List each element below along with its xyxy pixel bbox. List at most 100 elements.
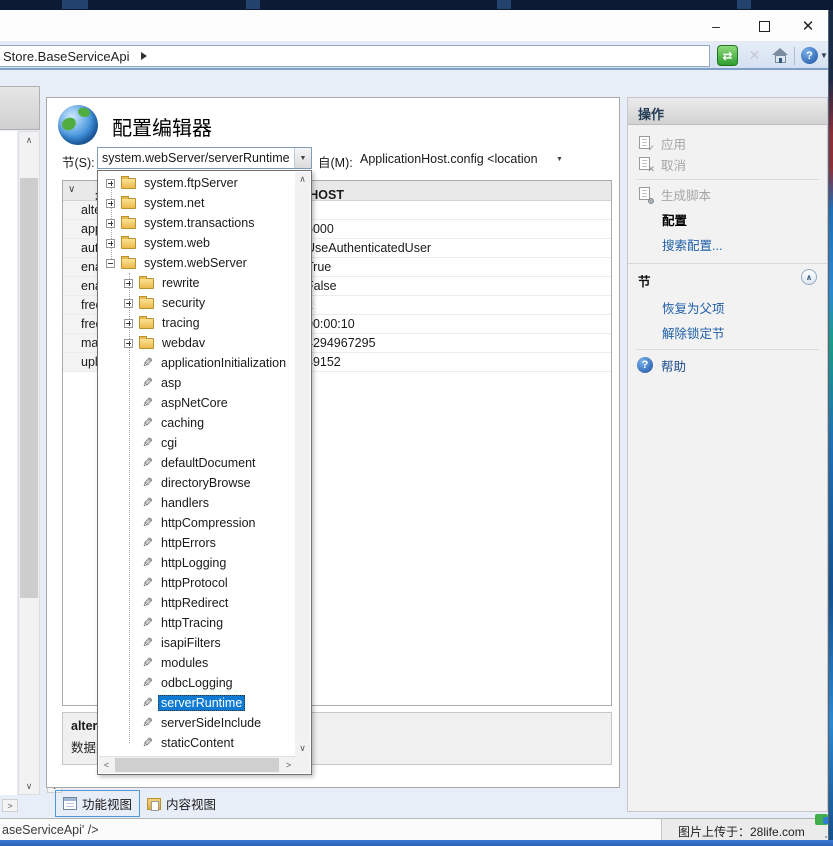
action-cancel: ✕取消 [628,154,827,175]
expand-icon[interactable] [124,279,133,288]
tree-item-httpRedirect[interactable]: ✎httpRedirect [99,593,295,613]
action-link[interactable]: 恢复为父项 [628,295,827,320]
property-value-cell[interactable]: False [301,277,611,295]
tree-item-handlers[interactable]: ✎handlers [99,493,295,513]
tree-item-defaultDocument[interactable]: ✎defaultDocument [99,453,295,473]
expand-icon[interactable] [124,319,133,328]
tree-item-label: httpProtocol [158,575,231,591]
tree-item-isapiFilters[interactable]: ✎isapiFilters [99,633,295,653]
expand-icon[interactable] [124,339,133,348]
scroll-down-icon[interactable]: ∨ [295,741,310,756]
tree-item-system.net[interactable]: system.net [99,193,295,213]
tree-vertical-scrollbar[interactable]: ∧ ∨ [295,172,310,756]
help-dropdown-caret-icon[interactable]: ▼ [820,51,828,60]
tree-item-modules[interactable]: ✎modules [99,653,295,673]
tab-features-view[interactable]: 功能视图 [55,790,140,817]
minimize-button[interactable]: – [699,13,733,39]
tree-item-security[interactable]: security [99,293,295,313]
combobox-dropdown-icon[interactable]: ▼ [294,148,311,168]
scrollbar-thumb[interactable] [115,758,279,772]
actions-separator [636,179,819,180]
bottom-window-edge [0,840,833,846]
tree-item-label: httpErrors [158,535,219,551]
breadcrumb-arrow-icon[interactable] [141,52,147,60]
close-button[interactable]: ✕ [791,13,825,39]
tree-item-odbcLogging[interactable]: ✎odbcLogging [99,673,295,693]
tree-item-rewrite[interactable]: rewrite [99,273,295,293]
tree-item-httpErrors[interactable]: ✎httpErrors [99,533,295,553]
help-icon: ? [637,357,653,373]
tree-item-httpCompression[interactable]: ✎httpCompression [99,513,295,533]
tree-item-httpLogging[interactable]: ✎httpLogging [99,553,295,573]
scroll-right-icon[interactable]: > [281,757,296,773]
tree-item-asp[interactable]: ✎asp [99,373,295,393]
property-value-cell[interactable]: UseAuthenticatedUser [301,239,611,257]
tree-item-label: directoryBrowse [158,475,254,491]
connections-scrollbar[interactable]: ∧ ∨ [18,131,40,795]
tree-item-label: security [159,295,208,311]
actions-panel-title: 操作 [628,98,827,125]
from-dropdown-icon[interactable]: ▼ [556,156,563,163]
tree-item-serverSideInclude[interactable]: ✎serverSideInclude [99,713,295,733]
property-value-cell[interactable] [301,201,611,219]
folder-icon [139,278,154,289]
tree-item-cgi[interactable]: ✎cgi [99,433,295,453]
expand-icon[interactable] [106,179,115,188]
scroll-right-icon[interactable]: > [2,799,18,812]
tree-item-applicationInitialization[interactable]: ✎applicationInitialization [99,353,295,373]
scroll-left-icon[interactable]: < [99,757,114,773]
tree-item-webdav[interactable]: webdav [99,333,295,353]
tree-item-httpTracing[interactable]: ✎httpTracing [99,613,295,633]
maximize-button[interactable] [747,13,781,39]
collapse-section-button[interactable]: ∧ [801,269,817,285]
scrollbar-thumb[interactable] [20,178,38,598]
property-value-cell[interactable]: 00:00:10 [301,315,611,333]
tab-content-view[interactable]: 内容视图 [140,791,223,816]
address-input[interactable]: Store.BaseServiceApi [0,45,710,67]
tree-item-system.transactions[interactable]: system.transactions [99,213,295,233]
scroll-up-icon[interactable]: ∧ [19,132,39,148]
page-title: 配置编辑器 [112,112,212,141]
expand-icon[interactable] [106,239,115,248]
expand-icon[interactable] [106,219,115,228]
tree-item-directoryBrowse[interactable]: ✎directoryBrowse [99,473,295,493]
section-pencil-icon: ✎ [139,396,153,410]
tree-item-caching[interactable]: ✎caching [99,413,295,433]
expand-icon[interactable] [124,299,133,308]
tree-item-system.web[interactable]: system.web [99,233,295,253]
property-value-cell[interactable]: True [301,258,611,276]
help-action[interactable]: ?帮助 [628,354,827,376]
tree-item-httpProtocol[interactable]: ✎httpProtocol [99,573,295,593]
refresh-button[interactable]: ⇄ [717,45,738,66]
tree-item-label: serverRuntime [158,695,245,711]
tree-item-label: httpLogging [158,555,229,571]
property-value-cell[interactable]: 49152 [301,353,611,371]
taskbar-glimpse [737,0,751,9]
scroll-up-icon[interactable]: ∧ [295,172,310,187]
scroll-down-icon[interactable]: ∨ [19,778,39,794]
tree-item-system.ftpServer[interactable]: system.ftpServer [99,173,295,193]
collapse-chevron-icon[interactable]: ∨ [68,184,75,195]
tree-item-system.webServer[interactable]: system.webServer [99,253,295,273]
tree-item-staticContent[interactable]: ✎staticContent [99,733,295,753]
tree-item-label: asp [158,375,184,391]
from-combobox[interactable]: ApplicationHost.config <location [360,152,538,166]
property-value-cell[interactable]: 2 [301,296,611,314]
expand-icon[interactable] [106,199,115,208]
action-link[interactable]: 解除锁定节 [628,320,827,345]
section-combobox[interactable]: system.webServer/serverRuntime ▼ [97,147,312,169]
property-value-cell[interactable]: 5000 [301,220,611,238]
tree-item-aspNetCore[interactable]: ✎aspNetCore [99,393,295,413]
home-button[interactable] [770,45,791,66]
tree-horizontal-scrollbar[interactable]: < > [99,756,296,773]
property-value-cell[interactable]: 4294967295 [301,334,611,352]
action-link[interactable]: 搜索配置... [628,232,827,257]
tree-item-tracing[interactable]: tracing [99,313,295,333]
script-icon [638,187,653,202]
help-button[interactable]: ? [799,45,820,66]
tree-item-serverRuntime[interactable]: ✎serverRuntime [99,693,295,713]
taskbar-strip [0,0,833,10]
collapse-icon[interactable] [106,259,115,268]
folder-icon [139,298,154,309]
from-label: 自(M): [318,152,353,171]
